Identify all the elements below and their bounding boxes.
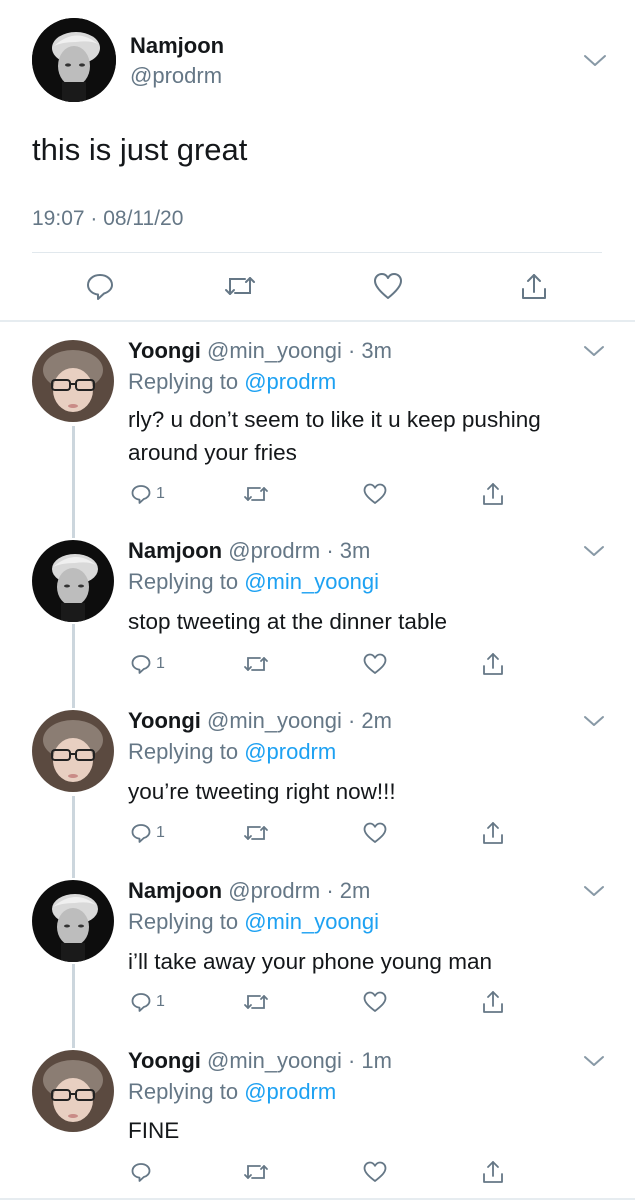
reply-count: 1	[156, 993, 165, 1010]
reply-header: Yoongi @min_yoongi · 1m	[128, 1048, 392, 1074]
replying-label: Replying to	[128, 1079, 245, 1104]
reply-button[interactable]	[130, 1157, 156, 1187]
reply-header: Yoongi @min_yoongi · 2m	[128, 708, 392, 734]
reply-icon	[131, 824, 151, 843]
reply-button[interactable]: 1	[130, 649, 165, 679]
like-icon[interactable]	[366, 264, 410, 308]
chevron-down-icon[interactable]	[582, 342, 606, 360]
reply-header: Namjoon @prodrm · 3m	[128, 538, 370, 564]
retweet-icon[interactable]	[218, 264, 262, 308]
author-handle[interactable]: @prodrm · 2m	[222, 878, 370, 903]
replying-label: Replying to	[128, 739, 245, 764]
chevron-down-icon[interactable]	[582, 882, 606, 900]
tweet-actions: 1	[0, 479, 635, 509]
tweet-actions: 1	[0, 818, 635, 848]
tweet-text: rly? u don’t seem to like it u keep push…	[128, 407, 541, 465]
retweet-icon[interactable]	[243, 479, 269, 509]
reply-button[interactable]: 1	[130, 818, 165, 848]
mention-link[interactable]: @prodrm	[244, 369, 336, 394]
tweet-actions: 1	[0, 649, 635, 679]
avatar[interactable]	[32, 540, 114, 622]
divider	[0, 320, 635, 322]
chevron-down-icon[interactable]	[582, 1052, 606, 1070]
like-icon[interactable]	[362, 479, 388, 509]
author-handle[interactable]: @min_yoongi · 3m	[201, 338, 392, 363]
retweet-icon[interactable]	[243, 818, 269, 848]
share-icon[interactable]	[481, 818, 505, 848]
share-icon[interactable]	[481, 649, 505, 679]
chevron-down-icon[interactable]	[582, 50, 608, 70]
tweet-text: FINE	[128, 1118, 180, 1143]
chevron-down-icon[interactable]	[582, 542, 606, 560]
main-tweet: Namjoon @prodrm this is just great 19:07…	[0, 0, 635, 322]
reply-icon	[131, 993, 151, 1012]
reply-count: 1	[156, 655, 165, 672]
share-icon[interactable]	[481, 1157, 505, 1187]
retweet-icon[interactable]	[243, 1157, 269, 1187]
replying-label: Replying to	[128, 569, 245, 594]
tweet-text: stop tweeting at the dinner table	[128, 609, 447, 634]
tweet-thread-page: Namjoon @prodrm this is just great 19:07…	[0, 0, 635, 1200]
avatar[interactable]	[32, 340, 114, 422]
author-name[interactable]: Namjoon	[128, 878, 222, 903]
author-handle[interactable]: @min_yoongi · 1m	[201, 1048, 392, 1073]
share-icon[interactable]	[512, 264, 556, 308]
reply-button[interactable]: 1	[130, 987, 165, 1017]
reply-icon[interactable]	[78, 264, 122, 308]
reply-header: Yoongi @min_yoongi · 3m	[128, 338, 392, 364]
like-icon[interactable]	[362, 987, 388, 1017]
retweet-icon[interactable]	[243, 649, 269, 679]
author-name[interactable]: Yoongi	[128, 708, 201, 733]
mention-link[interactable]: @min_yoongi	[244, 909, 379, 934]
author-name[interactable]: Namjoon	[128, 538, 222, 563]
replying-label: Replying to	[128, 909, 245, 934]
tweet-actions: 1	[0, 987, 635, 1017]
avatar[interactable]	[32, 710, 114, 792]
reply-icon	[131, 485, 151, 504]
replying-to: Replying to @prodrm	[128, 1079, 336, 1105]
author-handle[interactable]: @prodrm · 3m	[222, 538, 370, 563]
replying-to: Replying to @min_yoongi	[128, 909, 379, 935]
reply-count: 1	[156, 485, 165, 502]
tweet-timestamp: 19:07 · 08/11/20	[32, 207, 184, 230]
retweet-icon[interactable]	[243, 987, 269, 1017]
author-handle[interactable]: @prodrm	[130, 63, 222, 89]
reply-button[interactable]: 1	[130, 479, 165, 509]
author-handle[interactable]: @min_yoongi · 2m	[201, 708, 392, 733]
replying-to: Replying to @prodrm	[128, 739, 336, 765]
author-name[interactable]: Yoongi	[128, 1048, 201, 1073]
share-icon[interactable]	[481, 987, 505, 1017]
avatar[interactable]	[32, 880, 114, 962]
like-icon[interactable]	[362, 649, 388, 679]
author-name[interactable]: Namjoon	[130, 33, 224, 59]
tweet-actions	[0, 1157, 635, 1187]
replying-to: Replying to @min_yoongi	[128, 569, 379, 595]
like-icon[interactable]	[362, 818, 388, 848]
tweet-text: you’re tweeting right now!!!	[128, 779, 396, 804]
mention-link[interactable]: @min_yoongi	[244, 569, 379, 594]
replying-label: Replying to	[128, 369, 245, 394]
tweet-actions	[0, 264, 635, 308]
author-name[interactable]: Yoongi	[128, 338, 201, 363]
mention-link[interactable]: @prodrm	[244, 1079, 336, 1104]
avatar[interactable]	[32, 1050, 114, 1132]
share-icon[interactable]	[481, 479, 505, 509]
reply-icon	[131, 1163, 151, 1182]
tweet-text: this is just great	[32, 132, 248, 167]
reply-icon	[131, 655, 151, 674]
mention-link[interactable]: @prodrm	[244, 739, 336, 764]
avatar[interactable]	[32, 18, 116, 102]
reply-count: 1	[156, 824, 165, 841]
replying-to: Replying to @prodrm	[128, 369, 336, 395]
chevron-down-icon[interactable]	[582, 712, 606, 730]
divider	[32, 252, 602, 253]
reply-header: Namjoon @prodrm · 2m	[128, 878, 370, 904]
like-icon[interactable]	[362, 1157, 388, 1187]
tweet-text: i’ll take away your phone young man	[128, 949, 492, 974]
